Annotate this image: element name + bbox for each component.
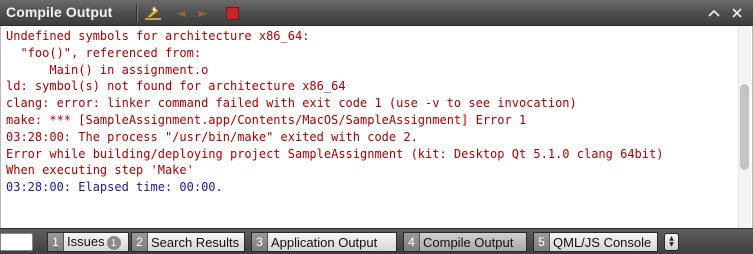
chevron-down-icon: ▼ xyxy=(669,241,674,248)
close-icon xyxy=(732,8,742,18)
output-line: 03:28:00: Elapsed time: 00:00. xyxy=(6,180,223,195)
compile-output-text[interactable]: Undefined symbols for architecture x86_6… xyxy=(0,26,753,228)
maximize-icon xyxy=(708,9,720,17)
pane-number: 4 xyxy=(404,233,420,251)
pane-title-bar: Compile Output ◄ ► xyxy=(0,0,753,26)
pane-label: Application Output xyxy=(271,234,378,250)
output-line: make: *** [SampleAssignment.app/Contents… xyxy=(6,112,527,127)
stop-button[interactable] xyxy=(222,3,242,23)
pane-label: Search Results xyxy=(151,234,240,250)
pane-number: 3 xyxy=(252,233,268,251)
pane-title: Compile Output xyxy=(6,4,113,20)
stop-icon xyxy=(225,6,239,20)
arrow-left-icon: ◄ xyxy=(176,6,186,20)
pane-button-application-output[interactable]: 3 Application Output xyxy=(251,232,397,252)
clean-icon[interactable] xyxy=(143,3,163,23)
pane-label: QML/JS Console xyxy=(553,234,652,250)
output-line: clang: error: linker command failed with… xyxy=(6,96,577,111)
pane-button-issues[interactable]: 1 Issues 1 xyxy=(47,232,129,252)
pane-label: Compile Output xyxy=(423,234,514,250)
output-line: 03:28:00: The process "/usr/bin/make" ex… xyxy=(6,129,418,144)
output-line: Undefined symbols for architecture x86_6… xyxy=(6,29,310,43)
pane-chooser-button[interactable]: ▲ ▼ xyxy=(664,233,679,251)
output-line: ld: symbol(s) not found for architecture… xyxy=(6,79,346,94)
pane-number: 5 xyxy=(534,233,550,251)
vertical-scrollbar[interactable] xyxy=(738,26,751,228)
pane-button-qml-js-console[interactable]: 5 QML/JS Console xyxy=(533,232,658,252)
issue-count-badge: 1 xyxy=(106,236,121,251)
output-line: Error while building/deploying project S… xyxy=(6,146,664,161)
maximize-button[interactable] xyxy=(705,3,723,23)
close-button[interactable] xyxy=(728,3,746,23)
pane-number: 2 xyxy=(132,233,148,251)
pane-number: 1 xyxy=(48,233,64,251)
scrollbar-thumb[interactable] xyxy=(740,84,749,170)
output-pane-bar: 1 Issues 1 2 Search Results 3 Application Outp… xyxy=(0,228,753,254)
arrow-right-icon: ► xyxy=(198,6,208,20)
output-lines: Undefined symbols for architecture x86_6… xyxy=(6,28,663,196)
toolbar-separator xyxy=(136,4,137,22)
pane-button-compile-output[interactable]: 4 Compile Output xyxy=(403,232,527,252)
output-line: Main() in assignment.o xyxy=(6,62,209,77)
previous-item-button[interactable]: ◄ xyxy=(171,3,191,23)
next-item-button[interactable]: ► xyxy=(193,3,213,23)
pane-label: Issues 1 xyxy=(64,234,125,251)
filter-input[interactable] xyxy=(0,233,33,251)
output-line: When executing step 'Make' xyxy=(6,163,194,178)
output-line: "foo()", referenced from: xyxy=(6,45,202,60)
pane-button-search-results[interactable]: 2 Search Results xyxy=(131,232,245,252)
